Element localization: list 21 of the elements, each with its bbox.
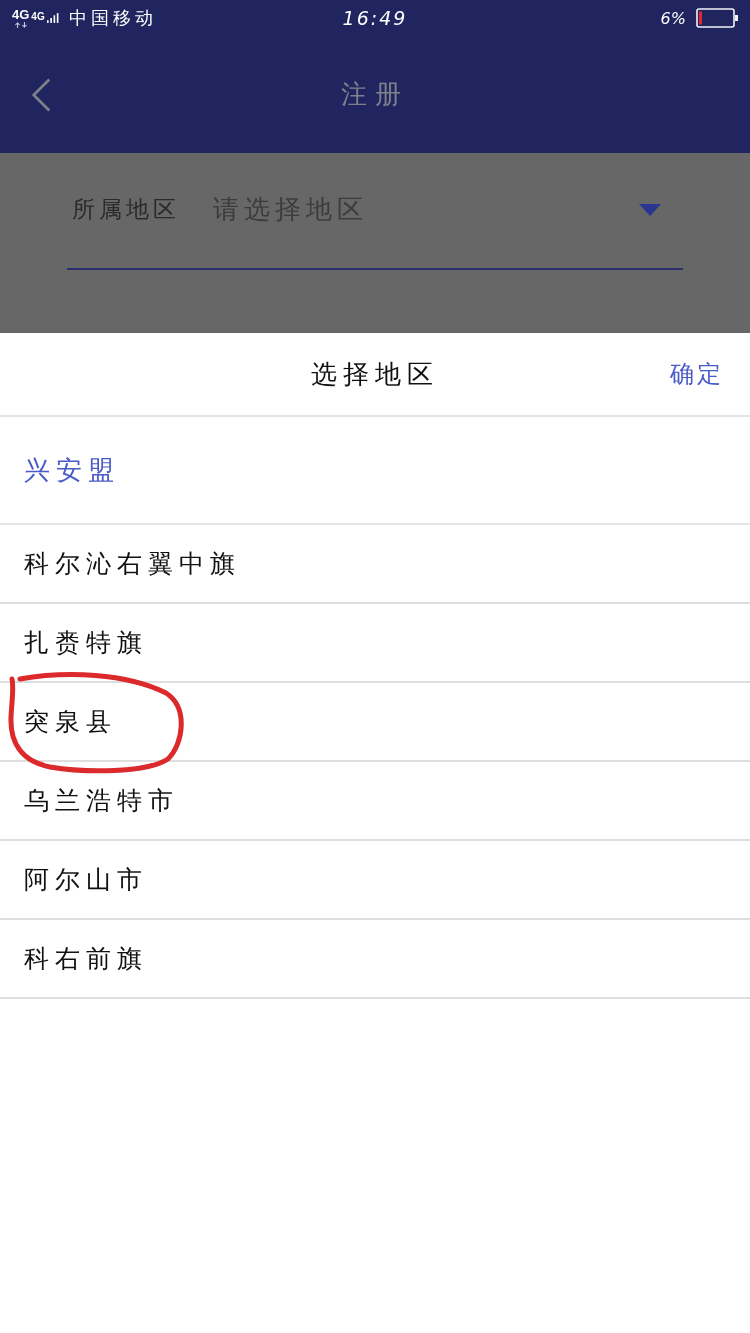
page-title: 注册	[341, 78, 409, 111]
carrier-name: 中国移动	[68, 6, 157, 30]
dropdown-icon	[639, 203, 661, 216]
confirm-button[interactable]: 确定	[666, 352, 728, 396]
region-tab[interactable]: 兴安盟	[20, 448, 124, 492]
network-label: 4G	[12, 8, 30, 21]
field-label: 所属地区	[72, 195, 181, 224]
battery-percent: 6%	[660, 8, 686, 28]
clock-time: 16:49	[342, 7, 408, 29]
network-label: 4G	[31, 12, 45, 22]
region-option[interactable]: 阿尔山市	[20, 859, 152, 900]
back-icon	[30, 76, 52, 113]
region-option[interactable]: 科尔沁右翼中旗	[20, 543, 245, 584]
data-arrows-icon	[13, 22, 28, 28]
signal-icon	[46, 10, 59, 26]
battery-icon	[696, 8, 738, 28]
region-option[interactable]: 乌兰浩特市	[20, 780, 183, 821]
region-option[interactable]: 突泉县	[20, 701, 121, 742]
region-option[interactable]: 扎赉特旗	[20, 622, 152, 663]
sheet-title: 选择地区	[311, 357, 439, 391]
region-option[interactable]: 科右前旗	[20, 938, 152, 979]
